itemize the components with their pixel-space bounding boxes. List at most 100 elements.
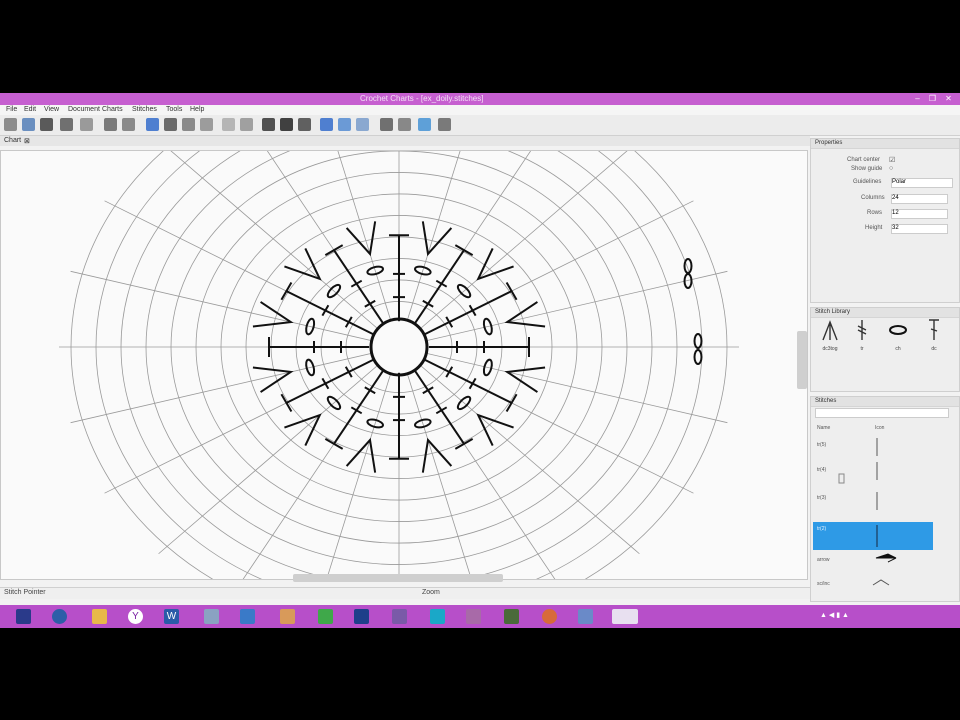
redo-icon[interactable] [122, 118, 135, 131]
folder-icon[interactable] [92, 609, 107, 624]
cluster-stitch [345, 437, 377, 473]
maximize-button[interactable]: ❐ [927, 94, 938, 103]
stitch-tool-icon[interactable] [298, 118, 311, 131]
chart-center-checkbox[interactable]: ☑ [889, 156, 895, 164]
stitch-crossbar [364, 299, 376, 308]
stitch-crossbar [435, 279, 448, 288]
guides-icon[interactable] [280, 118, 293, 131]
rows-field[interactable]: 12 [891, 209, 948, 219]
grid-icon[interactable] [262, 118, 275, 131]
stitch-crossbar [505, 281, 518, 301]
library-row-selected[interactable]: tr(2) [813, 522, 933, 550]
polar-chart-svg[interactable] [1, 151, 807, 579]
stitch-chain[interactable]: ch [887, 318, 909, 352]
line-icon[interactable] [222, 118, 235, 131]
zoom-icon[interactable] [240, 118, 253, 131]
hand-icon[interactable] [200, 118, 213, 131]
treble-stitch [333, 249, 385, 326]
column-name-header: Name [817, 425, 831, 431]
menu-tools[interactable]: Tools [166, 106, 182, 113]
stitch-double[interactable]: dc [923, 318, 945, 352]
stitch-dc-cluster[interactable]: dc3tog [819, 318, 841, 352]
cluster-stitch [421, 437, 453, 473]
treble-stitch [333, 368, 385, 445]
library-row-name: sc/inc [817, 581, 830, 587]
tab-close-icon[interactable]: ⊠ [24, 137, 30, 145]
guide-spoke [398, 270, 728, 348]
menu-charts[interactable]: Charts [102, 106, 123, 113]
stitch-crossbar [280, 393, 293, 413]
align-icon[interactable] [380, 118, 393, 131]
open-icon[interactable] [22, 118, 35, 131]
library-row-name: tr(3) [817, 495, 827, 501]
internet-explorer-icon[interactable] [52, 609, 67, 624]
treble-stitch-icon [876, 492, 878, 510]
vertical-scrollbar[interactable] [797, 331, 807, 389]
indicator-icon[interactable] [320, 118, 333, 131]
rows-icon[interactable] [338, 118, 351, 131]
horizontal-scrollbar[interactable] [293, 574, 503, 582]
tools-icon[interactable] [280, 609, 295, 624]
yahoo-icon[interactable]: Y [128, 609, 143, 624]
new-icon[interactable] [4, 118, 17, 131]
photoshop-icon[interactable] [354, 609, 369, 624]
crochet-app-taskbar-button[interactable] [612, 609, 638, 624]
dc-cluster-icon [822, 320, 838, 341]
mirror-icon[interactable] [418, 118, 431, 131]
notepad-icon[interactable] [204, 609, 219, 624]
stitch-preview-icon [838, 473, 845, 484]
library-filter-input[interactable] [815, 408, 949, 418]
s-app-icon[interactable] [430, 609, 445, 624]
guide-spoke [398, 346, 728, 424]
menu-document[interactable]: Document [68, 106, 100, 113]
stitch-crossbar [505, 393, 518, 413]
menu-file[interactable]: File [6, 106, 17, 113]
pointer-icon[interactable] [164, 118, 177, 131]
lasso-icon[interactable] [182, 118, 195, 131]
undo-icon[interactable] [104, 118, 117, 131]
cluster-stitch [252, 366, 294, 393]
word-icon[interactable]: W [164, 609, 179, 624]
stitch-crossbar [280, 281, 293, 301]
title-bar[interactable]: Crochet Charts - [ex_doily.stitches] – ❐… [0, 93, 960, 105]
chart-center-label: Chart center [847, 157, 881, 163]
columns-field[interactable]: 24 [891, 194, 948, 204]
guidelines-select[interactable]: Polar [891, 178, 953, 188]
height-label: Height [865, 225, 883, 231]
show-guide-checkbox[interactable]: ○ [889, 165, 893, 172]
library-row-name: tr(4) [817, 467, 827, 473]
rotate-icon[interactable] [438, 118, 451, 131]
print-icon[interactable] [80, 118, 93, 131]
font-app-icon[interactable] [466, 609, 481, 624]
calculator-icon[interactable] [504, 609, 519, 624]
paint-icon[interactable] [318, 609, 333, 624]
menu-stitches[interactable]: Stitches [132, 106, 157, 113]
loose-chain-stitch [693, 349, 703, 365]
tab-chart[interactable]: Chart [4, 137, 21, 144]
export-icon[interactable] [60, 118, 73, 131]
columns-label: Columns [861, 195, 885, 201]
stitch-app-icon[interactable] [392, 609, 407, 624]
select-icon[interactable] [146, 118, 159, 131]
close-button[interactable]: ✕ [943, 94, 954, 103]
chart-canvas[interactable] [0, 150, 808, 580]
properties-title: Properties [811, 139, 959, 149]
menu-view[interactable]: View [44, 106, 59, 113]
save-icon[interactable] [40, 118, 53, 131]
explorer-icon[interactable] [16, 609, 31, 624]
stitch-treble[interactable]: tr [851, 318, 873, 352]
stitch-crossbar [324, 437, 344, 450]
toolbar [0, 115, 960, 136]
distribute-icon[interactable] [398, 118, 411, 131]
tool2-icon[interactable] [578, 609, 593, 624]
chrome-icon[interactable] [542, 609, 557, 624]
height-field[interactable]: 32 [891, 224, 948, 234]
menu-help[interactable]: Help [190, 106, 204, 113]
properties-panel: Properties Chart center ☑ Show guide ○ G… [810, 138, 960, 303]
cluster-stitch [504, 366, 546, 393]
stitch-library-title: Stitches [811, 397, 959, 407]
minimize-button[interactable]: – [912, 94, 923, 103]
browser-icon[interactable] [240, 609, 255, 624]
menu-edit[interactable]: Edit [24, 106, 36, 113]
center-icon[interactable] [356, 118, 369, 131]
